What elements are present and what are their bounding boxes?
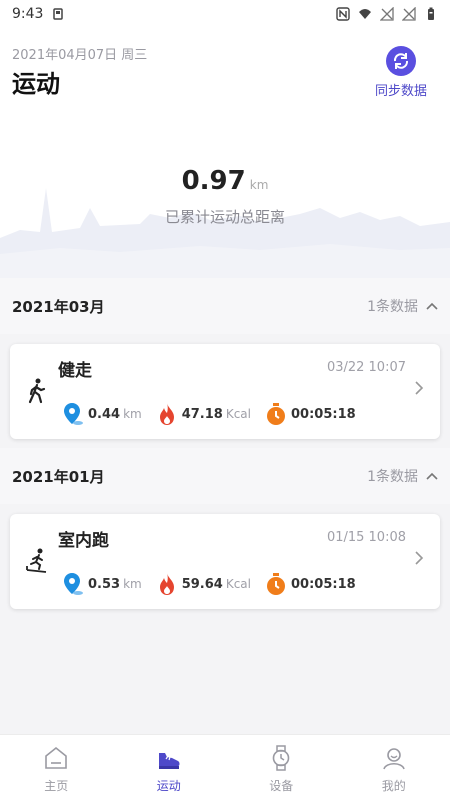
month-section-header[interactable]: 2021年03月 1条数据 [0,278,450,334]
tab-label: 我的 [381,779,406,793]
record-count: 1条数据 [367,469,418,485]
activity-name: 室内跑 [58,531,109,551]
distance-stat: 0.44 km [62,402,142,426]
distance-value: 0.44 [88,406,121,422]
calories-stat: 59.64 Kcal [156,572,251,596]
duration-stat: 00:05:18 [265,572,356,596]
location-pin-icon [64,573,83,595]
chevron-up-icon [426,472,438,480]
tab-label: 运动 [156,779,181,793]
duration-stat: 00:05:18 [265,402,356,426]
distance-value: 0.53 [88,576,121,592]
tab-device[interactable]: 设备 [225,735,338,800]
flame-icon [159,403,174,425]
notification-icon [53,8,64,20]
chevron-right-icon [415,551,424,565]
record-count: 1条数据 [367,299,418,315]
duration-value: 00:05:18 [291,576,356,592]
tab-label: 主页 [44,779,69,793]
tab-profile[interactable]: 我的 [338,735,450,800]
sync-data-label: 同步数据 [374,84,427,99]
total-distance-value: 0.97 [181,166,246,196]
location-pin-icon [64,403,83,425]
signal-off-icon [380,7,394,21]
activity-datetime: 01/15 10:08 [326,530,406,545]
calories-value: 47.18 [181,406,223,422]
activity-datetime: 03/22 10:07 [326,360,406,375]
status-time: 9:43 [12,6,44,22]
month-title: 2021年01月 [12,467,105,486]
month-toggle[interactable]: 1条数据 [367,296,438,316]
total-distance-unit: km [249,178,269,192]
tab-label: 设备 [269,779,294,793]
calories-unit: Kcal [225,407,251,421]
walking-icon [28,378,46,404]
activity-stats: 0.53 km 59.64 Kcal 00:05:18 [62,572,370,596]
activity-card[interactable]: 室内跑 01/15 10:08 0.53 km 59.64 Kcal 00:05… [10,514,440,609]
activity-name: 健走 [58,361,92,381]
bottom-tab-bar: 主页 运动 设备 我的 [0,734,450,800]
home-icon [45,746,68,769]
sync-data-button[interactable]: 同步数据 [366,46,436,110]
summary-header: 2021年04月07日 周三 运动 同步数据 0.97 km 已累计运动总距离 [0,28,450,278]
activity-card[interactable]: 健走 03/22 10:07 0.44 km 47.18 Kcal 00:05:… [10,344,440,439]
watch-icon [272,745,290,771]
tab-sport[interactable]: 运动 [113,735,226,800]
month-toggle[interactable]: 1条数据 [367,466,438,486]
duration-value: 00:05:18 [291,406,356,422]
calories-value: 59.64 [181,576,223,592]
page-title: 运动 [12,70,60,98]
total-distance-label: 已累计运动总距离 [164,208,285,226]
month-title: 2021年03月 [12,297,105,316]
activity-stats: 0.44 km 47.18 Kcal 00:05:18 [62,402,370,426]
sneaker-icon [158,753,180,769]
distance-unit: km [123,577,142,591]
current-date: 2021年04月07日 周三 [12,48,148,63]
distance-unit: km [123,407,142,421]
sync-icon [386,46,416,76]
treadmill-icon [26,548,47,573]
wifi-icon [359,9,371,19]
stopwatch-icon [267,403,285,425]
month-section-header[interactable]: 2021年01月 1条数据 [0,448,450,504]
calories-unit: Kcal [225,577,251,591]
profile-icon [382,748,405,770]
battery-icon [428,7,434,20]
tab-home[interactable]: 主页 [0,735,113,800]
chevron-right-icon [415,381,424,395]
nfc-icon [336,7,350,21]
chevron-up-icon [426,302,438,310]
calories-stat: 47.18 Kcal [156,402,251,426]
distance-stat: 0.53 km [62,572,142,596]
status-bar: 9:43 [0,0,450,28]
total-distance-block: 0.97 km 已累计运动总距离 [0,166,450,227]
flame-icon [159,573,174,595]
signal-off-icon-2 [402,7,416,21]
stopwatch-icon [267,573,285,595]
